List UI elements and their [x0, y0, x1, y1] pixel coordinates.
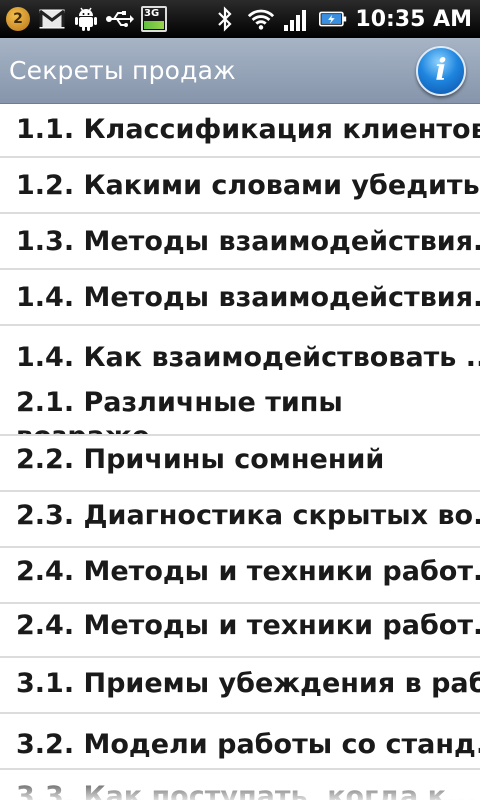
list-item[interactable]: 1.4. Как взаимодействовать ...: [0, 328, 480, 382]
list-item-label: 1.4. Как взаимодействовать ...: [16, 342, 480, 373]
list-item[interactable]: 2.4. Методы и техники работ..: [0, 550, 480, 604]
page-title: Секреты продаж: [9, 56, 236, 85]
notification-badge-icon[interactable]: 2: [4, 5, 32, 33]
list-item[interactable]: 1.4. Методы взаимодействия.: [0, 272, 480, 326]
info-button[interactable]: i: [416, 46, 466, 96]
list-item[interactable]: 1.1. Классификация клиентов: [0, 104, 480, 158]
chapter-list[interactable]: 1.1. Классификация клиентов 1.2. Какими …: [0, 104, 480, 800]
list-item-label: 1.2. Какими словами убедить.: [16, 170, 480, 201]
status-bar: 2 3G 10:35 AM: [0, 0, 480, 38]
list-item[interactable]: 3.2. Модели работы со станд...: [0, 716, 480, 770]
list-item[interactable]: 3.1. Приемы убеждения в раб.: [0, 660, 480, 714]
list-item-label: 3.2. Модели работы со станд...: [16, 729, 480, 760]
list-item[interactable]: 2.3. Диагностика скрытых во..: [0, 494, 480, 548]
list-item-label: 3.1. Приемы убеждения в раб.: [16, 668, 480, 699]
3g-signal-icon: 3G: [140, 5, 168, 33]
list-item-label: 1.3. Методы взаимодействия.: [16, 226, 480, 257]
list-item-label: 2.2. Причины сомнений: [16, 444, 385, 475]
list-item-label: 2.4. Методы и техники работ..: [16, 556, 480, 587]
notification-count: 2: [6, 7, 30, 31]
title-bar: Секреты продаж i: [0, 38, 480, 104]
list-item-label: 1.1. Классификация клиентов: [16, 114, 480, 145]
bluetooth-icon: [211, 5, 239, 33]
status-bar-notifications: 2 3G: [0, 5, 168, 33]
battery-icon: [319, 5, 347, 33]
list-item[interactable]: 2.2. Причины сомнений: [0, 438, 480, 492]
cell-signal-icon: [283, 5, 311, 33]
list-item[interactable]: 2.1. Различные типы возраже...: [0, 380, 480, 436]
list-item-label: 3.3. Как поступать, когда к...: [16, 781, 477, 800]
list-item[interactable]: 3.3. Как поступать, когда к...: [0, 772, 480, 800]
list-item[interactable]: 2.4. Методы и техники работ..: [0, 604, 480, 658]
list-item[interactable]: 1.3. Методы взаимодействия.: [0, 216, 480, 270]
gmail-icon[interactable]: [38, 5, 66, 33]
usb-icon[interactable]: [106, 5, 134, 33]
android-debug-icon[interactable]: [72, 5, 100, 33]
clock: 10:35 AM: [355, 6, 472, 32]
info-icon: i: [435, 53, 447, 88]
list-item-label: 2.3. Диагностика скрытых во..: [16, 500, 480, 531]
status-bar-system: 10:35 AM: [211, 5, 480, 33]
wifi-icon: [247, 5, 275, 33]
list-item-label: 2.1. Различные типы возраже...: [16, 387, 343, 434]
list-item[interactable]: 1.2. Какими словами убедить.: [0, 160, 480, 214]
list-item-label: 1.4. Методы взаимодействия.: [16, 282, 480, 313]
list-item-label: 2.4. Методы и техники работ..: [16, 610, 480, 641]
network-type-label: 3G: [144, 8, 160, 19]
